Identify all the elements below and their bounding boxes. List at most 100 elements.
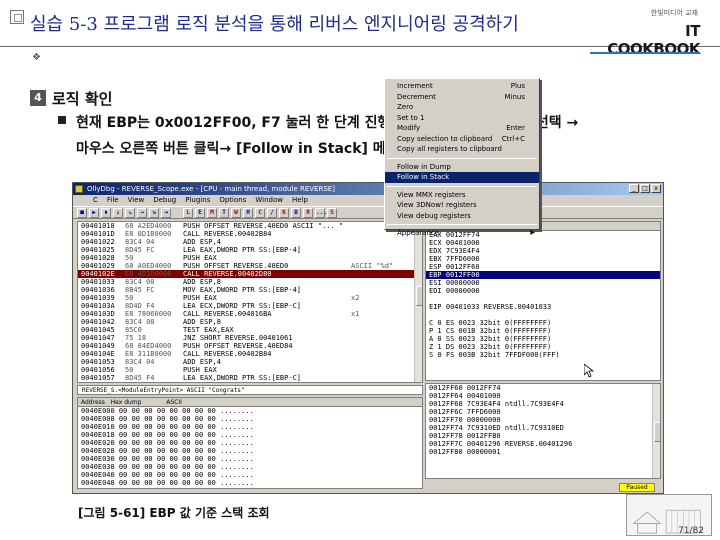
disassembly-row[interactable]: 00401049 68 84ED4000 PUSH OFFSET REVERSE.4… <box>78 342 422 350</box>
stack-row[interactable]: 0012FF6C 7FFD6000 <box>426 408 660 416</box>
register-row[interactable]: EBP 0012FF00 <box>426 271 660 279</box>
maximize-button[interactable]: □ <box>640 184 650 193</box>
register-row[interactable]: A 0 SS 0023 32bit 0(FFFFFFFF) <box>426 335 660 343</box>
menu-item-follow-in-stack[interactable]: Follow in Stack <box>385 172 539 183</box>
register-row[interactable]: EIP 00401033 REVERSE.00401033 <box>426 303 660 311</box>
menu-item-view-mmx-registers[interactable]: View MMX registers <box>385 190 539 201</box>
registers-pane[interactable]: Registers (FPU) EAX 0012FF74ECX 00401000… <box>425 221 661 381</box>
toolbar-window-button-8[interactable]: K <box>279 208 289 218</box>
register-row[interactable] <box>426 295 660 303</box>
register-row[interactable]: ESP 0012FF60 <box>426 263 660 271</box>
disassembly-row[interactable]: 0040105A68 70ED4000PUSH OFFSET REVERSE.4… <box>78 382 422 383</box>
disassembly-row[interactable]: 00401036 8B45 FC MOV EAX,DWORD PTR SS:[EBP… <box>78 286 422 294</box>
register-row[interactable]: EBX 7FFD6000 <box>426 255 660 263</box>
window-titlebar[interactable]: OllyDbg - REVERSE_Scope.exe - [CPU - mai… <box>73 183 663 195</box>
disassembly-row[interactable]: 00401045 85C0 TEST EAX,EAX <box>78 326 422 334</box>
menu-item-debug[interactable]: Debug <box>153 195 176 206</box>
disassembly-scrollbar[interactable] <box>414 222 422 382</box>
menu-item-set-to-1[interactable]: Set to 1 <box>385 113 539 124</box>
disassembly-row[interactable]: 00401033 83C4 08 ADD ESP,8 <box>78 278 422 286</box>
menu-item-c[interactable]: C <box>93 195 98 206</box>
disassembly-row[interactable]: 00401022 83C4 04 ADD ESP,4 <box>78 238 422 246</box>
menu-item-file[interactable]: File <box>107 195 119 206</box>
toolbar-window-button-1[interactable]: E <box>195 208 205 218</box>
register-row[interactable]: Z 1 DS 0023 32bit 0(FFFFFFFF) <box>426 343 660 351</box>
dump-row[interactable]: 0040E018 00 00 00 00 00 00 00 00 .......… <box>78 431 422 439</box>
menu-item-increment[interactable]: Increment Plus <box>385 81 539 92</box>
disassembly-row[interactable]: 00401053 83C4 04 ADD ESP,4 <box>78 358 422 366</box>
stack-scrollbar[interactable] <box>652 384 660 478</box>
toolbar-button-4[interactable]: ↘ <box>125 208 135 218</box>
dump-header-address[interactable]: Address <box>81 399 105 406</box>
menu-item-copy-selection-to-clipboard[interactable]: Copy selection to clipboard Ctrl+C <box>385 134 539 145</box>
toolbar-window-button-6[interactable]: C <box>255 208 265 218</box>
menu-item-options[interactable]: Options <box>219 195 246 206</box>
stack-pane[interactable]: 0012FF60 0012FF74 0012FF64 00401000 0012FF… <box>425 383 661 479</box>
disassembly-row[interactable]: 0040102E E8 4D1D0000 CALL REVERSE.00402D80 <box>78 270 422 278</box>
disassembly-row[interactable]: 00401056 50 PUSH EAX <box>78 366 422 374</box>
dump-row[interactable]: 0040E010 00 00 00 00 00 00 00 00 .......… <box>78 423 422 431</box>
stack-row[interactable]: 0012FF64 00401000 <box>426 392 660 400</box>
disassembly-row[interactable]: 00401029 68 A0ED4000 PUSH OFFSET REVERSE.4… <box>78 262 422 270</box>
menu-item-view[interactable]: View <box>128 195 145 206</box>
disassembly-row[interactable]: 00401018 68 A2ED4000 PUSH OFFSET REVERSE.4… <box>78 222 422 230</box>
toolbar-button-7[interactable]: ⇥ <box>161 208 171 218</box>
menu-item-zero[interactable]: Zero <box>385 102 539 113</box>
dump-row[interactable]: 0040E020 00 00 00 00 00 00 00 00 .......… <box>78 439 422 447</box>
register-row[interactable]: P 1 CS 001B 32bit 0(FFFFFFFF) <box>426 327 660 335</box>
menu-item-modify[interactable]: Modify Enter <box>385 123 539 134</box>
toolbar-button-6[interactable]: ⇲ <box>149 208 159 218</box>
stack-row[interactable]: 0012FF74 7C9310ED ntdll.7C9310ED <box>426 424 660 432</box>
menu-item-follow-in-dump[interactable]: Follow in Dump <box>385 162 539 173</box>
toolbar-button-2[interactable]: ⏸ <box>101 208 111 218</box>
menu-item-window[interactable]: Window <box>255 195 283 206</box>
toolbar-button-1[interactable]: ▶ <box>89 208 99 218</box>
disassembly-row[interactable]: 00401039 50 PUSH EAX x2 <box>78 294 422 302</box>
dump-row[interactable]: 0040E038 00 00 00 00 00 00 00 00 .......… <box>78 463 422 471</box>
toolbar-window-button-4[interactable]: W <box>231 208 241 218</box>
toolbar-window-button-5[interactable]: H <box>243 208 253 218</box>
toolbar-window-button-12[interactable]: S <box>327 208 337 218</box>
stack-row[interactable]: 0012FF70 00000000 <box>426 416 660 424</box>
disassembly-row[interactable]: 00401025 8D45 FC LEA EAX,DWORD PTR SS:[EBP… <box>78 246 422 254</box>
dump-row[interactable]: 0040E000 00 00 00 00 00 00 00 00 .......… <box>78 407 422 415</box>
hex-dump-pane[interactable]: Address Hex dump ASCII 0040E000 00 00 00… <box>77 397 423 489</box>
toolbar-window-button-0[interactable]: L <box>183 208 193 218</box>
menu-item-copy-all-registers-to-clipboard[interactable]: Copy all registers to clipboard <box>385 144 539 155</box>
toolbar-window-button-11[interactable]: ... <box>315 208 327 218</box>
register-row[interactable]: S 0 FS 003B 32bit 7FFDF000(FFF) <box>426 351 660 359</box>
dump-row[interactable]: 0040E040 00 00 00 00 00 00 00 00 .......… <box>78 471 422 479</box>
toolbar-window-button-2[interactable]: M <box>207 208 217 218</box>
disassembly-row[interactable]: 00401028 50 PUSH EAX <box>78 254 422 262</box>
register-row[interactable]: EDI 00000000 <box>426 287 660 295</box>
dump-row[interactable]: 0040E028 00 00 00 00 00 00 00 00 .......… <box>78 447 422 455</box>
register-row[interactable]: ESI 00000000 <box>426 279 660 287</box>
disassembly-row[interactable]: 0040103D E8 78060000 CALL REVERSE.004016BA… <box>78 310 422 318</box>
register-row[interactable]: EDX 7C93E4F4 <box>426 247 660 255</box>
disassembly-row[interactable]: 00401057 8D45 F4 LEA EAX,DWORD PTR SS:[EBP… <box>78 374 422 382</box>
disassembly-pane[interactable]: 00401018 68 A2ED4000 PUSH OFFSET REVERSE.4… <box>77 221 423 383</box>
toolbar-window-button-7[interactable]: / <box>267 208 277 218</box>
dump-header-ascii[interactable]: ASCII <box>166 399 182 406</box>
menu-item-appearance[interactable]: Appearance ▶ <box>385 228 539 239</box>
register-row[interactable]: C 0 ES 0023 32bit 0(FFFFFFFF) <box>426 319 660 327</box>
menu-item-view-3dnow-registers[interactable]: View 3DNow! registers <box>385 200 539 211</box>
toolbar-window-button-9[interactable]: B <box>291 208 301 218</box>
menu-item-help[interactable]: Help <box>292 195 308 206</box>
minimize-button[interactable]: _ <box>629 184 639 193</box>
toolbar-button-3[interactable]: ↓ <box>113 208 123 218</box>
stack-row[interactable]: 0012FF80 00000001 <box>426 448 660 456</box>
stack-row[interactable]: 0012FF7C 00401296 REVERSE.00401296 <box>426 440 660 448</box>
dump-row[interactable]: 0040E008 00 00 00 00 00 00 00 00 .......… <box>78 415 422 423</box>
disassembly-row[interactable]: 00401047 75 18 JNZ SHORT REVERSE.00401061 <box>78 334 422 342</box>
close-button[interactable]: x <box>651 184 661 193</box>
menu-item-plugins[interactable]: Plugins <box>185 195 210 206</box>
stack-row[interactable]: 0012FF78 0012FFB0 <box>426 432 660 440</box>
register-row[interactable] <box>426 311 660 319</box>
toolbar-window-button-3[interactable]: T <box>219 208 229 218</box>
stack-row[interactable]: 0012FF68 7C93E4F4 ntdll.7C93E4F4 <box>426 400 660 408</box>
disassembly-row[interactable]: 0040103A 8D4D F4 LEA ECX,DWORD PTR SS:[EBP… <box>78 302 422 310</box>
stack-row[interactable]: 0012FF60 0012FF74 <box>426 384 660 392</box>
menu-item-decrement[interactable]: Decrement Minus <box>385 92 539 103</box>
disassembly-row[interactable]: 0040101D E8 8D1B0000 CALL REVERSE.00402B84 <box>78 230 422 238</box>
